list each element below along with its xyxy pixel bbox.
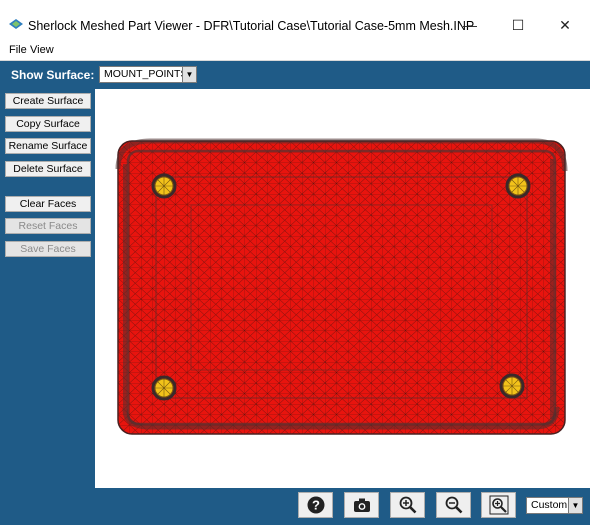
app-logo-icon [9, 19, 23, 29]
surface-bar: Show Surface: MOUNT_POINTS ▼ [0, 61, 590, 89]
zoom-in-button[interactable] [390, 492, 425, 518]
zoom-fit-icon [489, 495, 508, 515]
show-surface-label: Show Surface: [11, 68, 95, 82]
surface-select-value: MOUNT_POINTS [104, 68, 188, 80]
mount-point-bottom-right[interactable] [499, 373, 525, 399]
delete-surface-button[interactable]: Delete Surface [5, 161, 91, 177]
menu-file[interactable]: File [9, 44, 27, 56]
zoom-level-select[interactable]: Custom ▼ [526, 497, 583, 514]
rename-surface-button[interactable]: Rename Surface [5, 138, 91, 154]
close-button[interactable]: ✕ [543, 14, 587, 36]
camera-icon [353, 498, 370, 512]
minimize-button[interactable]: — [448, 14, 492, 36]
zoom-in-icon [399, 496, 416, 514]
dropdown-arrow-icon[interactable]: ▼ [182, 67, 196, 82]
copy-surface-button[interactable]: Copy Surface [5, 116, 91, 132]
create-surface-button[interactable]: Create Surface [5, 93, 91, 109]
menu-bar: File View [0, 42, 590, 61]
zoom-out-icon [445, 496, 462, 514]
reset-faces-button[interactable]: Reset Faces [5, 218, 91, 234]
mesh-canvas[interactable] [95, 89, 590, 488]
window-title: Sherlock Meshed Part Viewer - DFR\Tutori… [28, 19, 475, 33]
pcb-mesh [115, 138, 568, 435]
zoom-fit-button[interactable] [481, 492, 516, 518]
surface-select[interactable]: MOUNT_POINTS ▼ [99, 66, 197, 83]
mesh-viewport[interactable] [95, 89, 590, 488]
help-icon: ? [307, 496, 324, 514]
mount-point-top-right[interactable] [505, 173, 531, 199]
zoom-level-value: Custom [531, 499, 568, 511]
maximize-button[interactable]: ☐ [496, 14, 540, 36]
screenshot-button[interactable] [344, 492, 379, 518]
title-bar: Sherlock Meshed Part Viewer - DFR\Tutori… [0, 0, 590, 42]
zoom-out-button[interactable] [436, 492, 471, 518]
save-faces-button[interactable]: Save Faces [5, 241, 91, 257]
clear-faces-button[interactable]: Clear Faces [5, 196, 91, 212]
mount-point-bottom-left[interactable] [151, 375, 177, 401]
svg-text:?: ? [312, 498, 320, 513]
help-button[interactable]: ? [298, 492, 333, 518]
menu-view[interactable]: View [30, 44, 54, 56]
mount-point-top-left[interactable] [151, 173, 177, 199]
bottom-toolbar: ? Custom ▼ [0, 488, 590, 525]
dropdown-arrow-icon[interactable]: ▼ [568, 498, 582, 513]
